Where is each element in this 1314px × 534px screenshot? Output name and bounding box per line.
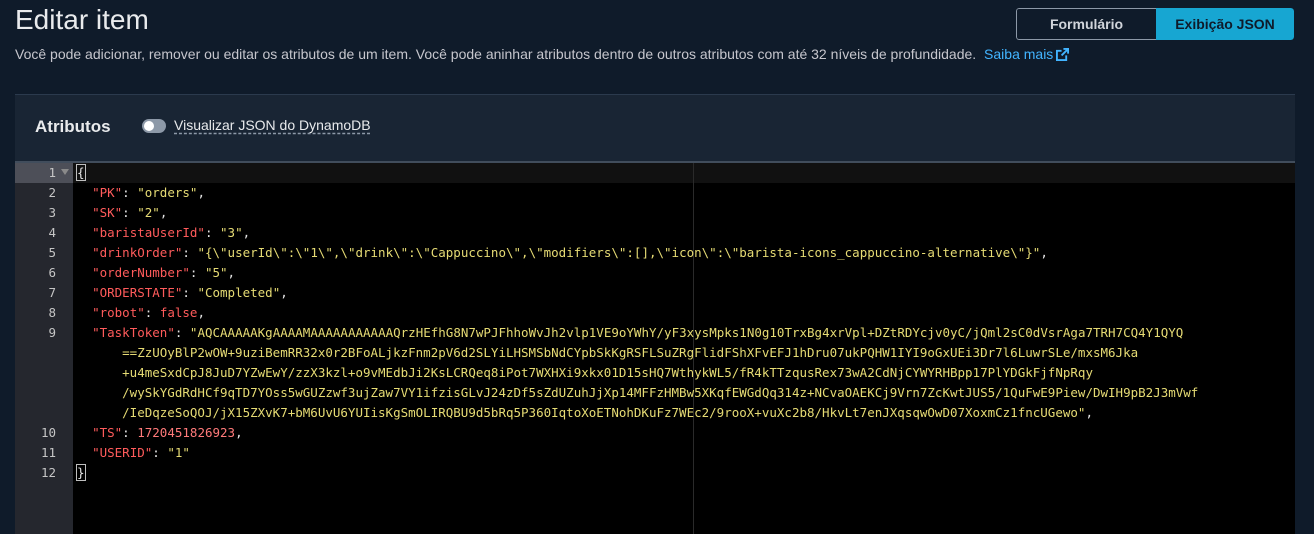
line-number: 1 (15, 163, 73, 183)
line-number: 4 (48, 225, 56, 240)
code-line: "orderNumber": "5", (92, 265, 236, 280)
code-area[interactable]: { "PK": "orders", "SK": "2", "baristaUse… (73, 163, 1295, 534)
code-line-wrapped: /wySkYGdRdHCf9qTD7YOss5wGUZzwf3ujZaw7VY1… (122, 385, 1199, 400)
code-line: "USERID": "1" (92, 445, 190, 460)
line-number: 3 (48, 205, 56, 220)
code-line: "robot": false, (92, 305, 205, 320)
page-description: Você pode adicionar, remover ou editar o… (15, 46, 1070, 62)
line-number: 2 (48, 185, 56, 200)
json-view-button[interactable]: Exibição JSON (1156, 8, 1294, 40)
code-line: "SK": "2", (92, 205, 168, 220)
line-number: 10 (40, 425, 56, 440)
learn-more-link[interactable]: Saiba mais (984, 46, 1070, 62)
dynamodb-json-toggle-label[interactable]: Visualizar JSON do DynamoDB (174, 117, 371, 133)
line-number: 6 (48, 265, 56, 280)
code-line: "ORDERSTATE": "Completed", (92, 285, 288, 300)
line-number: 12 (40, 465, 56, 480)
code-line: { (76, 164, 86, 181)
line-number: 7 (48, 285, 56, 300)
page-title: Editar item (15, 4, 149, 35)
attributes-panel: Atributos Visualizar JSON do DynamoDB 1 … (15, 94, 1295, 534)
external-link-icon[interactable] (1056, 48, 1070, 61)
line-number: 8 (48, 305, 56, 320)
line-number: 9 (48, 325, 56, 340)
line-number: 5 (48, 245, 56, 260)
code-line: "baristaUserId": "3", (92, 225, 251, 240)
code-line: "TaskToken": "AQCAAAAAKgAAAAMAAAAAAAAAAA… (92, 325, 1184, 340)
line-number-gutter: 1 2 3 4 5 6 7 8 9 10 11 12 (15, 163, 73, 534)
form-view-button[interactable]: Formulário (1016, 8, 1156, 40)
code-line-wrapped: ==ZzUOyBlP2wOW+9uziBemRR32x0r2BFoALjkzFn… (122, 345, 1139, 360)
attributes-title: Atributos (35, 117, 111, 136)
code-line-wrapped: +u4meSxdCpJ8JuD7YZwEwY/zzX3kzl+o9vMEdbJi… (122, 365, 1093, 380)
toggle-knob (144, 121, 154, 131)
active-line-highlight (73, 163, 1295, 183)
description-text: Você pode adicionar, remover ou editar o… (15, 46, 977, 62)
code-line-wrapped: /IeDqzeSoQOJ/jX15ZXvK7+bM6UvU6YUIisKgSmO… (122, 405, 1093, 420)
code-line: "drinkOrder": "{\"userId\":\"1\",\"drink… (92, 245, 1048, 260)
view-mode-segmented-control: Formulário Exibição JSON (1016, 8, 1294, 40)
code-line: "TS": 1720451826923, (92, 425, 243, 440)
line-number: 11 (40, 445, 56, 460)
dynamodb-json-toggle[interactable] (142, 119, 166, 133)
attributes-panel-header: Atributos Visualizar JSON do DynamoDB (15, 95, 1295, 161)
code-line: "PK": "orders", (92, 185, 205, 200)
code-line: } (76, 464, 86, 481)
json-code-editor[interactable]: 1 2 3 4 5 6 7 8 9 10 11 12 { "PK": "orde… (15, 161, 1295, 534)
learn-more-label[interactable]: Saiba mais (984, 46, 1053, 62)
fold-arrow-icon[interactable] (61, 169, 69, 175)
